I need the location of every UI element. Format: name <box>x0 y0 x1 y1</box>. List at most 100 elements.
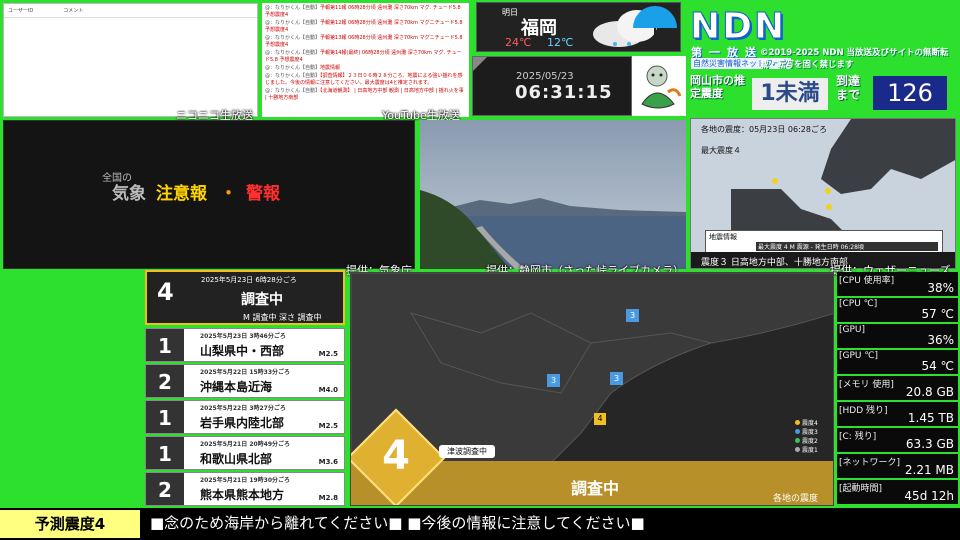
stat-value: 38% <box>927 281 954 295</box>
info-map-box-title: 地震情報 <box>709 233 737 241</box>
quake-place: 沖縄本島近海 <box>200 380 273 394</box>
chat-user: @：なりかくん【自動】 <box>265 35 321 41</box>
quake-list-item[interactable]: 1 2025年5月21日 20時49分ごろ 和歌山県北部 M3.6 <box>145 436 345 470</box>
stat-value: 20.8 GB <box>905 385 954 399</box>
legend-dot-icon <box>795 420 800 425</box>
legend-item: 震度4 <box>795 419 818 428</box>
quake-intensity: 1 <box>146 401 184 433</box>
intensity3-marker: 3 <box>547 374 560 387</box>
info-map-box: 地震情報 最大震度 4 M 震源 - 発生日時 06:28頃 <box>705 230 943 254</box>
quake-status: 調査中 <box>571 479 620 498</box>
stat-key: [C: 残り] <box>839 432 877 442</box>
quake-intensity: 2 <box>146 365 184 397</box>
chat-row: @：なりかくん【自動】予報第14報(最終) 06時28分頃 遠州灘 深さ70km… <box>265 50 466 64</box>
quake-history-list: 1 2025年5月23日 3時46分ごろ山梨県中・西部 M2.5 2 2025年5月22… <box>145 270 347 506</box>
legend-label: 震度4 <box>802 420 818 427</box>
quake-list-item[interactable]: 2 2025年5月22日 15時33分ごろ 沖縄本島近海 M4.0 <box>145 364 345 398</box>
quake-place: 熊本県熊本地方 <box>200 488 285 502</box>
quake-place: 岩手県内陸北部 <box>200 416 285 430</box>
chat-row: @：なりかくん【自動】予報第12報 06時28分頃 遠州灘 深さ70km マグニ… <box>265 20 466 34</box>
stat-row: [GPU ℃] 54 ℃ <box>837 350 958 374</box>
legend-label: 震度1 <box>802 447 818 454</box>
stat-value: 45d 12h <box>904 489 954 503</box>
quake-place: 山梨県中・西部 <box>200 344 285 358</box>
intensity4-marker: 4 <box>594 413 606 425</box>
chat-user: @：なりかくん【自動】 <box>265 5 321 11</box>
clock-time: 06:31:15 <box>515 82 613 103</box>
weather-panel: 明日 福岡 24℃ 12℃ <box>476 2 681 52</box>
intensity-legend: 震度4 震度3 震度2 震度1 <box>795 419 818 455</box>
legend-dot-icon <box>795 429 800 434</box>
forecast-intensity: 予測震度4 <box>0 510 140 538</box>
stat-value: 54 ℃ <box>921 359 954 373</box>
clock-date: 2025/05/23 <box>516 71 574 82</box>
chat-user: @：なりかくん【自動】 <box>265 73 321 79</box>
stat-row: [C: 残り] 63.3 GB <box>837 428 958 452</box>
intensity-map: 3 3 3 4 4 津波調査中 調査中 各地の震度 震度4 震度3 震度2 震度1 <box>350 272 834 506</box>
quake-datetime: 2025年5月22日 15時33分ごろ <box>200 369 291 376</box>
legend-item: 震度3 <box>795 428 818 437</box>
warning-panel: 全国の 気象 注意報 ・ 警報 <box>3 120 415 269</box>
system-stats: [CPU 使用率] 38% [CPU ℃] 57 ℃ [GPU] 36% [GPU ℃] 54… <box>837 272 958 506</box>
stat-row: [HDD 残り] 1.45 TB <box>837 402 958 426</box>
stat-key: [ネットワーク] <box>839 458 901 468</box>
weather-high: 24℃ <box>505 36 532 49</box>
weather-day-tag: 明日 <box>502 8 518 17</box>
stat-key: [GPU] <box>839 325 866 335</box>
niconico-comment-panel: ユーザーID コメント <box>3 3 258 117</box>
stat-key: [GPU ℃] <box>839 351 878 361</box>
user-id-header: ユーザーID <box>8 8 34 14</box>
rain-icon <box>593 6 677 50</box>
quake-intensity: 1 <box>146 437 184 469</box>
stat-row: [CPU ℃] 57 ℃ <box>837 298 958 322</box>
ndn-logo: NDN <box>689 6 787 48</box>
legend-dot-icon <box>795 438 800 443</box>
chat-user: @：なりかくん【自動】 <box>265 20 321 26</box>
quake-list-item[interactable]: 2 2025年5月21日 19時30分ごろ 熊本県熊本地方 M2.8 <box>145 472 345 506</box>
arrival-countdown: 126 <box>873 76 947 110</box>
chat-row: @：なりかくん【自動】【北海道観測】 | 日高地方中部 観測 | 日高地方中部 … <box>265 88 466 102</box>
stat-value: 57 ℃ <box>921 307 954 321</box>
chat-user: @：なりかくん【自動】 <box>265 50 321 56</box>
comment-header: コメント <box>63 8 84 14</box>
legend-label: 震度3 <box>802 429 818 436</box>
quake-mag: M3.6 <box>318 458 338 466</box>
earthquake-info-map: 各地の震度：05月23日 06:28ごろ 最大震度４ 地震情報 最大震度 4 M… <box>690 118 956 269</box>
map-footer: 各地の震度 <box>773 494 819 504</box>
quake-list-item[interactable]: 1 2025年5月22日 3時27分ごろ 岩手県内陸北部 M2.5 <box>145 400 345 434</box>
corner-icon <box>473 57 487 71</box>
info-map-max: 最大震度４ <box>701 146 741 155</box>
stat-value: 36% <box>927 333 954 347</box>
estimate-label: 岡山市の推定震度 <box>690 74 745 100</box>
estimate-value: 1未満 <box>752 78 828 110</box>
quake-intensity: 1 <box>146 329 184 361</box>
legend-dot-icon <box>795 447 800 452</box>
stat-row: [起動時間] 45d 12h <box>837 480 958 504</box>
stat-row: [メモリ 使用] 20.8 GB <box>837 376 958 400</box>
chat-user: @：なりかくん【自動】 <box>265 88 321 94</box>
warning-keiho: 警報 <box>246 184 280 204</box>
quake-datetime: 2025年5月23日 3時46分ごろ <box>200 333 286 340</box>
stat-row: [CPU 使用率] 38% <box>837 272 958 296</box>
stat-key: [起動時間] <box>839 484 883 494</box>
quake-mag: M2.5 <box>318 422 338 430</box>
legend-label: 震度2 <box>802 438 818 445</box>
legend-item: 震度2 <box>795 437 818 446</box>
quake-mag: M2.8 <box>318 494 338 502</box>
intensity3-marker: 3 <box>626 309 639 322</box>
quake-list-item[interactable]: 1 2025年5月23日 3時46分ごろ 山梨県中・西部 M2.5 <box>145 328 345 362</box>
chat-text: 地震情報 <box>320 65 341 71</box>
chat-row: @：なりかくん【自動】【調査情報】２３日０６時２８分ころ、地震による強い揺れを感… <box>265 73 466 87</box>
clock-panel: 2025/05/23 06:31:15 <box>472 56 632 116</box>
warning-chui: 注意報 <box>156 184 207 204</box>
mascot-image <box>632 56 686 116</box>
info-map-header: 各地の震度：05月23日 06:28ごろ <box>701 125 827 134</box>
chat-user: @：なりかくん【自動】 <box>265 65 321 71</box>
chat-row: @：なりかくん【自動】地震情報 <box>265 65 466 72</box>
stat-row: [GPU] 36% <box>837 324 958 348</box>
youtube-chat-list: @：なりかくん【自動】予報第11報 06時28分頃 遠州灘 深さ70km マグ.… <box>265 5 466 102</box>
legend-item: 震度1 <box>795 446 818 455</box>
stat-row: [ネットワーク] 2.21 MB <box>837 454 958 478</box>
stat-key: [CPU ℃] <box>839 299 878 309</box>
quake-datetime: 2025年5月21日 20時49分ごろ <box>200 441 291 448</box>
